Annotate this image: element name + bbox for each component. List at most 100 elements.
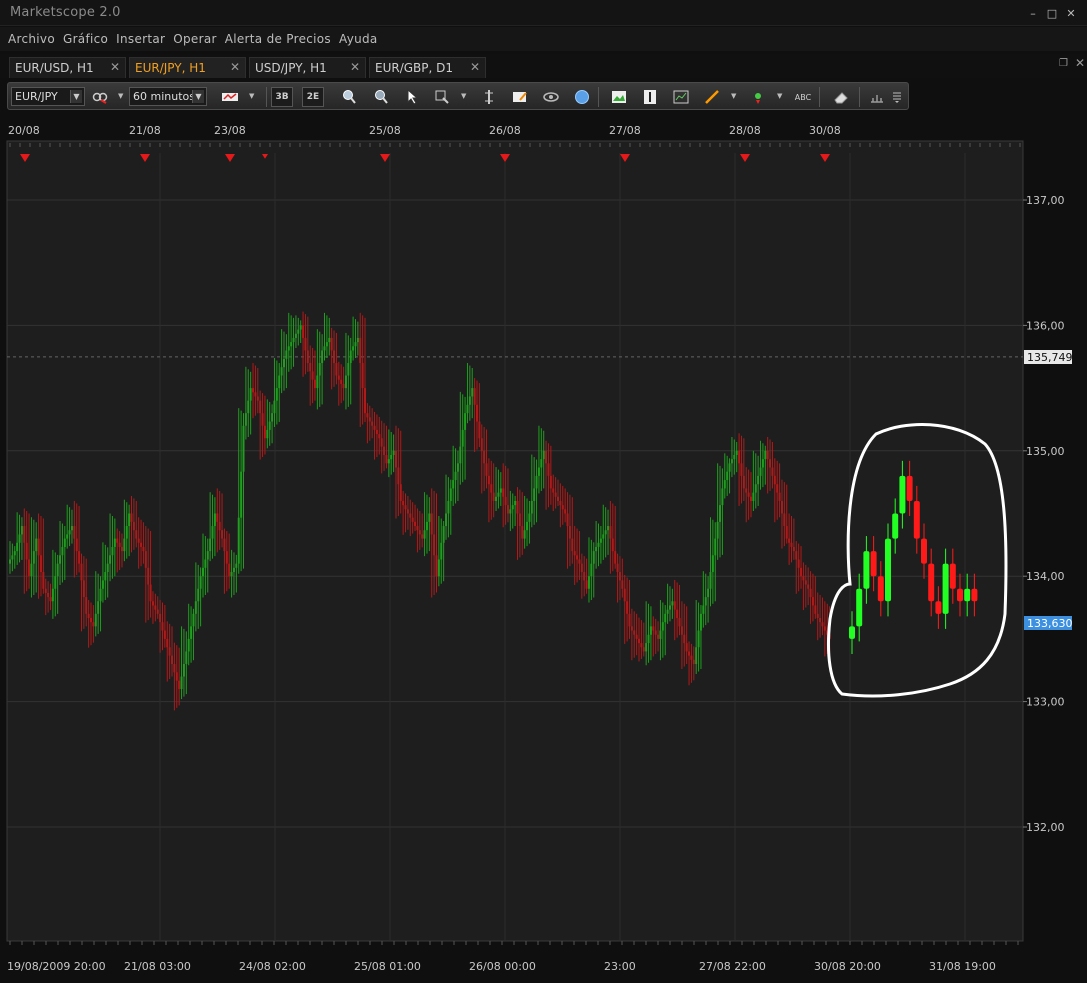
instrument-value: EUR/JPY — [15, 90, 58, 103]
highlight-body — [899, 475, 906, 514]
minimize-icon[interactable]: – — [1024, 4, 1042, 22]
candle-body — [464, 413, 467, 430]
candle-body — [325, 342, 328, 347]
tab-close-icon[interactable]: ✕ — [110, 60, 120, 74]
candle-body — [680, 626, 683, 635]
signal-icon[interactable] — [747, 87, 769, 107]
indicator-icon[interactable] — [670, 87, 692, 107]
globe-icon[interactable] — [571, 87, 593, 107]
mode-2-icon[interactable]: 2E — [302, 87, 324, 107]
candle-body — [111, 546, 114, 556]
close-chart-icon[interactable]: ✕ — [1075, 56, 1085, 70]
close-icon[interactable]: ✕ — [1062, 4, 1080, 22]
toolbar-separator — [598, 87, 599, 107]
chart-svg[interactable]: 20/08 21/08 23/08 25/08 26/08 27/08 28/0… — [0, 114, 1087, 983]
data-box-icon[interactable] — [478, 87, 500, 107]
chevron-down-icon[interactable]: ▼ — [249, 92, 254, 100]
candle-body — [490, 484, 493, 493]
text-icon[interactable] — [639, 87, 661, 107]
tab-close-icon[interactable]: ✕ — [230, 60, 240, 74]
candle-body — [471, 388, 474, 397]
timeframe-select[interactable]: 60 minutos ▼ — [129, 87, 207, 106]
plot-area[interactable] — [6, 140, 1024, 942]
candle-body — [466, 404, 469, 414]
candle-body — [390, 454, 393, 460]
cursor-icon[interactable] — [401, 87, 423, 107]
candle-body — [311, 371, 314, 380]
candle-body — [385, 454, 388, 464]
candle-body — [13, 551, 16, 556]
candle-body — [116, 538, 119, 543]
tab-close-icon[interactable]: ✕ — [350, 60, 360, 74]
menu-operar[interactable]: Operar — [169, 32, 220, 46]
image-icon[interactable] — [608, 87, 630, 107]
candle-body — [509, 509, 512, 514]
candle-body — [673, 601, 676, 610]
eraser-icon[interactable] — [830, 87, 852, 107]
candle-body — [414, 521, 417, 527]
candle-body — [337, 375, 340, 380]
candle-body — [361, 363, 364, 389]
restore-window-icon[interactable]: ❐ — [1059, 58, 1071, 69]
menu-ayuda[interactable]: Ayuda — [335, 32, 382, 46]
maximize-icon[interactable]: □ — [1043, 4, 1061, 22]
tab-usd-jpy[interactable]: USD/JPY, H1 ✕ — [249, 57, 366, 78]
instrument-select[interactable]: EUR/JPY ▼ — [11, 87, 85, 106]
candle-body — [75, 538, 78, 552]
link-icon[interactable] — [89, 87, 111, 107]
zoom-out-icon[interactable] — [370, 87, 392, 107]
candle-body — [9, 559, 11, 564]
candle-body — [237, 517, 240, 564]
chevron-down-icon[interactable]: ▼ — [777, 92, 782, 100]
crosshair-icon[interactable] — [431, 87, 453, 107]
candle-body — [783, 513, 786, 527]
tab-eur-usd[interactable]: EUR/USD, H1 ✕ — [9, 57, 126, 78]
price-chart[interactable]: 20/08 21/08 23/08 25/08 26/08 27/08 28/0… — [0, 114, 1087, 983]
candle-body — [733, 454, 736, 460]
menu-icon[interactable] — [889, 87, 905, 107]
candle-body — [657, 634, 660, 639]
tab-eur-jpy[interactable]: EUR/JPY, H1 ✕ — [129, 57, 246, 78]
note-icon[interactable] — [509, 87, 531, 107]
candle-body — [668, 605, 671, 610]
tab-eur-gbp[interactable]: EUR/GBP, D1 ✕ — [369, 57, 486, 78]
candle-body — [192, 613, 195, 627]
grid-icon[interactable] — [866, 87, 888, 107]
highlight-body — [885, 538, 891, 602]
candle-body — [209, 538, 212, 552]
candle-body — [590, 563, 593, 577]
menu-grafico[interactable]: Gráfico — [59, 32, 112, 46]
candle-body — [404, 505, 407, 510]
candle-body — [623, 588, 626, 602]
chevron-down-icon[interactable]: ▼ — [731, 92, 736, 100]
pen-icon[interactable] — [701, 87, 723, 107]
tab-label: EUR/USD, H1 — [15, 61, 94, 75]
candle-body — [425, 521, 428, 531]
candle-body — [287, 346, 290, 351]
eye-icon[interactable] — [540, 87, 562, 107]
menu-archivo[interactable]: Archivo — [4, 32, 59, 46]
candle-body — [792, 546, 795, 552]
candle-style-icon[interactable] — [219, 87, 241, 107]
candle-body — [56, 563, 59, 577]
toolbar-separator — [819, 87, 820, 107]
menu-alerta-precios[interactable]: Alerta de Precios — [221, 32, 335, 46]
zoom-in-icon[interactable] — [338, 87, 360, 107]
candle-body — [640, 643, 643, 648]
candle-body — [223, 538, 226, 552]
abc-icon[interactable]: ABC — [792, 87, 814, 107]
candle-body — [330, 337, 333, 351]
tab-close-icon[interactable]: ✕ — [470, 60, 480, 74]
candle-body — [702, 605, 705, 614]
highlight-body — [856, 588, 863, 627]
candle-body — [697, 630, 700, 648]
candle-body — [719, 505, 722, 522]
mode-1-icon[interactable]: 3B — [271, 87, 293, 107]
menu-insertar[interactable]: Insertar — [112, 32, 169, 46]
candle-body — [597, 542, 600, 547]
candle-body — [514, 500, 517, 506]
candle-body — [468, 396, 471, 405]
candle-body — [592, 551, 595, 564]
chevron-down-icon[interactable]: ▼ — [118, 92, 123, 100]
chevron-down-icon[interactable]: ▼ — [461, 92, 466, 100]
